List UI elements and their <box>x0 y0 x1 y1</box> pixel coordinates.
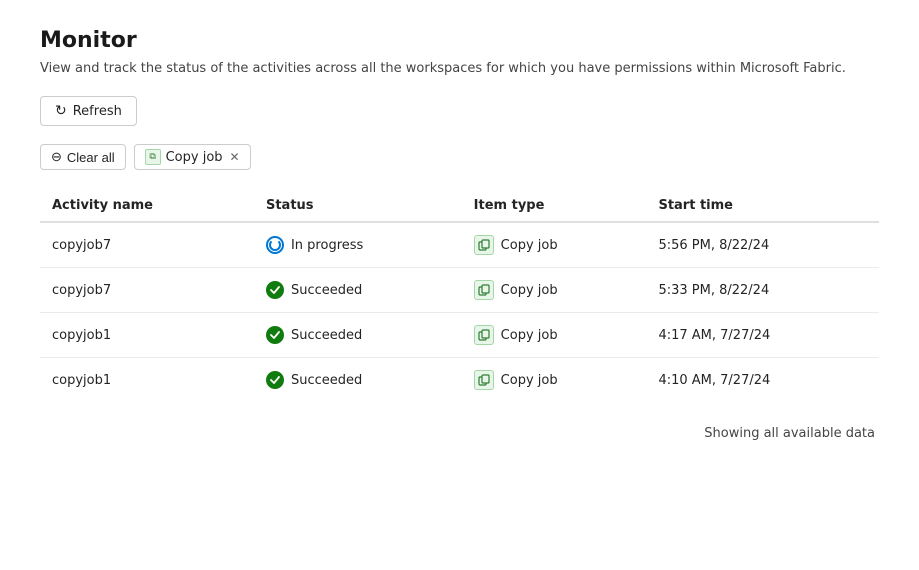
status-cell: Succeeded <box>254 358 462 403</box>
item-type-text: Copy job <box>501 283 558 298</box>
col-start-time: Start time <box>646 190 879 222</box>
page-title: Monitor <box>40 28 879 53</box>
succeeded-icon <box>266 326 284 344</box>
activity-table-wrapper: Activity name Status Item type Start tim… <box>40 190 879 402</box>
table-body: copyjob7 In progress Copy job 5:56 PM, 8/22… <box>40 222 879 402</box>
status-text: In progress <box>291 238 363 253</box>
status-cell: Succeeded <box>254 313 462 358</box>
item-type-text: Copy job <box>501 373 558 388</box>
activity-name-cell: copyjob1 <box>40 358 254 403</box>
status-text: Succeeded <box>291 283 362 298</box>
status-cell: In progress <box>254 222 462 268</box>
clear-label: Clear all <box>67 150 115 165</box>
activity-name-cell: copyjob7 <box>40 268 254 313</box>
item-type-cell: Copy job <box>462 313 647 358</box>
item-type-cell: Copy job <box>462 268 647 313</box>
succeeded-icon <box>266 371 284 389</box>
toolbar: ↻ Refresh <box>40 96 879 126</box>
activity-name-cell: copyjob1 <box>40 313 254 358</box>
start-time-cell: 4:10 AM, 7/27/24 <box>646 358 879 403</box>
copy-job-icon <box>474 370 494 390</box>
status-text: Succeeded <box>291 328 362 343</box>
col-activity-name: Activity name <box>40 190 254 222</box>
clear-all-button[interactable]: ⊖ Clear all <box>40 144 126 170</box>
activity-name-cell: copyjob7 <box>40 222 254 268</box>
copy-job-filter-chip[interactable]: ⧉ Copy job ✕ <box>134 144 251 170</box>
monitor-page: Monitor View and track the status of the… <box>0 0 919 570</box>
status-text: Succeeded <box>291 373 362 388</box>
item-type-cell: Copy job <box>462 358 647 403</box>
col-item-type: Item type <box>462 190 647 222</box>
table-row: copyjob7 Succeeded Copy job 5:33 PM, 8/22/2… <box>40 268 879 313</box>
page-subtitle: View and track the status of the activit… <box>40 61 879 76</box>
col-status: Status <box>254 190 462 222</box>
item-type-cell: Copy job <box>462 222 647 268</box>
succeeded-icon <box>266 281 284 299</box>
table-row: copyjob7 In progress Copy job 5:56 PM, 8/22… <box>40 222 879 268</box>
chip-close-button[interactable]: ✕ <box>230 150 240 164</box>
item-type-text: Copy job <box>501 328 558 343</box>
copy-job-icon <box>474 280 494 300</box>
table-footer: Showing all available data <box>40 426 879 441</box>
table-header: Activity name Status Item type Start tim… <box>40 190 879 222</box>
refresh-button[interactable]: ↻ Refresh <box>40 96 137 126</box>
activity-table: Activity name Status Item type Start tim… <box>40 190 879 402</box>
start-time-cell: 5:56 PM, 8/22/24 <box>646 222 879 268</box>
copy-job-icon <box>474 325 494 345</box>
item-type-text: Copy job <box>501 238 558 253</box>
chip-copy-job-icon: ⧉ <box>145 149 161 165</box>
refresh-icon: ↻ <box>55 103 67 119</box>
table-row: copyjob1 Succeeded Copy job 4:17 AM, 7/27/2… <box>40 313 879 358</box>
start-time-cell: 4:17 AM, 7/27/24 <box>646 313 879 358</box>
start-time-cell: 5:33 PM, 8/22/24 <box>646 268 879 313</box>
status-cell: Succeeded <box>254 268 462 313</box>
refresh-label: Refresh <box>73 104 122 119</box>
copy-job-icon <box>474 235 494 255</box>
chip-label: Copy job <box>166 150 223 165</box>
inprogress-icon <box>266 236 284 254</box>
table-row: copyjob1 Succeeded Copy job 4:10 AM, 7/27/2… <box>40 358 879 403</box>
filter-bar: ⊖ Clear all ⧉ Copy job ✕ <box>40 144 879 170</box>
clear-icon: ⊖ <box>51 149 62 165</box>
